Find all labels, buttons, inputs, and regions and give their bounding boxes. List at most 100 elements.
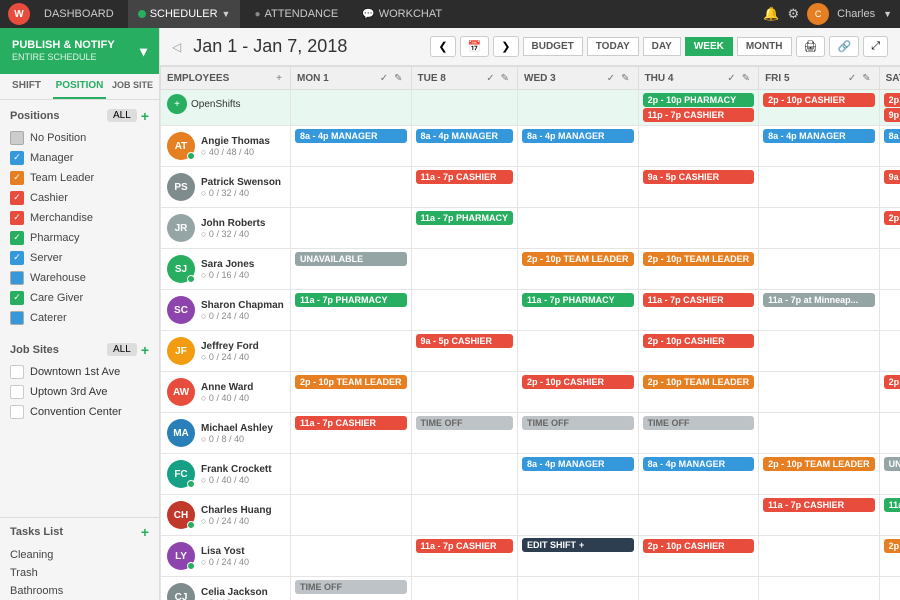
job-sites-all-button[interactable]: ALL <box>107 343 137 356</box>
job-site-convention[interactable]: Convention Center <box>0 402 159 422</box>
position-no-position[interactable]: No Position <box>0 128 159 148</box>
lisa-sat-shift[interactable]: 2p - 10p TEAM LEADER <box>884 539 900 553</box>
tab-position[interactable]: POSITION <box>53 74 106 99</box>
position-care-giver[interactable]: ✓ Care Giver <box>0 288 159 308</box>
open-sat-cashier2[interactable]: 9p - 5p CASHIER 2 <box>884 108 900 122</box>
nav-dashboard[interactable]: DASHBOARD <box>34 0 124 28</box>
angie-tue-shift[interactable]: 8a - 4p MANAGER <box>416 129 514 143</box>
jeffrey-tue-shift[interactable]: 9a - 5p CASHIER <box>416 334 514 348</box>
task-cleaning[interactable]: Cleaning <box>0 546 159 564</box>
caterer-checkbox[interactable] <box>10 311 24 325</box>
print-button[interactable]: 🖨 <box>796 36 826 57</box>
position-cashier[interactable]: ✓ Cashier <box>0 188 159 208</box>
task-trash[interactable]: Trash <box>0 564 159 582</box>
angie-wed-shift[interactable]: 8a - 4p MANAGER <box>522 129 634 143</box>
thu-edit-button[interactable]: ✎ <box>740 73 752 84</box>
sharon-mon-shift[interactable]: 11a - 7p PHARMACY <box>295 293 407 307</box>
calendar-button[interactable]: 📅 <box>460 36 490 57</box>
thu-check-button[interactable]: ✓ <box>725 73 737 84</box>
expand-button[interactable]: ⤢ <box>863 36 888 57</box>
gear-icon[interactable]: ⚙ <box>788 6 800 22</box>
mon-edit-button[interactable]: ✎ <box>392 73 404 84</box>
month-button[interactable]: MONTH <box>737 37 792 56</box>
today-button[interactable]: TODAY <box>587 37 639 56</box>
position-manager[interactable]: ✓ Manager <box>0 148 159 168</box>
fri-check-button[interactable]: ✓ <box>846 73 858 84</box>
job-site-downtown[interactable]: Downtown 1st Ave <box>0 362 159 382</box>
michael-wed-shift[interactable]: TIME OFF <box>522 416 634 430</box>
open-thu-cashier[interactable]: 11p - 7p CASHIER <box>643 108 755 122</box>
john-tue-shift[interactable]: 11a - 7p PHARMACY <box>416 211 514 225</box>
open-sat-cashier1[interactable]: 2p - 10p CASHIER 1 <box>884 93 900 107</box>
task-bathrooms[interactable]: Bathrooms <box>0 582 159 600</box>
position-merchandise[interactable]: ✓ Merchandise <box>0 208 159 228</box>
next-button[interactable]: ❯ <box>493 36 518 57</box>
budget-button[interactable]: BUDGET <box>523 37 583 56</box>
celia-mon-shift[interactable]: TIME OFF <box>295 580 407 594</box>
positions-all-button[interactable]: ALL <box>107 109 137 122</box>
sharon-fri-shift[interactable]: 11a - 7p at Minneap... <box>763 293 875 307</box>
lisa-thu-shift[interactable]: 2p - 10p CASHIER <box>643 539 755 553</box>
frank-fri-shift[interactable]: 2p - 10p TEAM LEADER <box>763 457 875 471</box>
patrick-thu-shift[interactable]: 9a - 5p CASHIER <box>643 170 755 184</box>
wed-check-button[interactable]: ✓ <box>605 73 617 84</box>
anne-mon-shift[interactable]: 2p - 10p TEAM LEADER <box>295 375 407 389</box>
day-button[interactable]: DAY <box>643 37 681 56</box>
sara-thu-shift[interactable]: 2p - 10p TEAM LEADER <box>643 252 755 266</box>
publish-button[interactable]: PUBLISH & NOTIFY ENTIRE SCHEDULE ▾ <box>0 28 159 74</box>
frank-sat-shift[interactable]: UNAVAILABLE <box>884 457 900 471</box>
position-warehouse[interactable]: Warehouse <box>0 268 159 288</box>
cashier-checkbox[interactable]: ✓ <box>10 191 24 205</box>
week-button[interactable]: WEEK <box>685 37 733 56</box>
michael-mon-shift[interactable]: 11a - 7p CASHIER <box>295 416 407 430</box>
patrick-sat-shift[interactable]: 9a - 5p CASHIER <box>884 170 900 184</box>
fri-edit-button[interactable]: ✎ <box>860 73 872 84</box>
angie-mon-shift[interactable]: 8a - 4p MANAGER <box>295 129 407 143</box>
tue-edit-button[interactable]: ✎ <box>499 73 511 84</box>
warehouse-checkbox[interactable] <box>10 271 24 285</box>
patrick-tue-shift[interactable]: 11a - 7p CASHIER <box>416 170 514 184</box>
add-job-site-button[interactable]: + <box>141 342 149 358</box>
lisa-wed-edit-shift[interactable]: EDIT SHIFT + <box>522 538 634 552</box>
charles-h-fri-shift[interactable]: 11a - 7p CASHIER <box>763 498 875 512</box>
pharmacy-checkbox[interactable]: ✓ <box>10 231 24 245</box>
user-name[interactable]: Charles <box>837 8 875 20</box>
no-position-checkbox[interactable] <box>10 131 24 145</box>
manager-checkbox[interactable]: ✓ <box>10 151 24 165</box>
sara-mon-shift[interactable]: UNAVAILABLE <box>295 252 407 266</box>
frank-wed-shift[interactable]: 8a - 4p MANAGER <box>522 457 634 471</box>
anne-wed-shift[interactable]: 2p - 10p CASHIER <box>522 375 634 389</box>
care-giver-checkbox[interactable]: ✓ <box>10 291 24 305</box>
add-employee-button[interactable]: + <box>274 73 284 84</box>
lisa-tue-shift[interactable]: 11a - 7p CASHIER <box>416 539 514 553</box>
charles-h-sat-shift[interactable]: 11a - 7p PHARMACY <box>884 498 900 512</box>
anne-sat-shift[interactable]: 2p - 10p CASHIER <box>884 375 900 389</box>
prev-button[interactable]: ❮ <box>430 36 455 57</box>
sharon-thu-shift[interactable]: 11a - 7p CASHIER <box>643 293 755 307</box>
minimize-icon[interactable]: ◁ <box>172 40 181 54</box>
angie-sat-shift[interactable]: 8a - 4p MANAGER <box>884 129 900 143</box>
john-sat-shift[interactable]: 2p - 10p CASHIER <box>884 211 900 225</box>
open-fri-cashier[interactable]: 2p - 10p CASHIER <box>763 93 875 107</box>
nav-scheduler[interactable]: SCHEDULER ▼ <box>128 0 241 28</box>
add-position-button[interactable]: + <box>141 108 149 124</box>
tab-shift[interactable]: SHIFT <box>0 74 53 99</box>
position-server[interactable]: ✓ Server <box>0 248 159 268</box>
tue-check-button[interactable]: ✓ <box>484 73 496 84</box>
sharon-wed-shift[interactable]: 11a - 7p PHARMACY <box>522 293 634 307</box>
merchandise-checkbox[interactable]: ✓ <box>10 211 24 225</box>
nav-attendance[interactable]: ● ATTENDANCE <box>244 0 348 28</box>
add-task-button[interactable]: + <box>141 524 149 540</box>
mon-check-button[interactable]: ✓ <box>378 73 390 84</box>
michael-tue-shift[interactable]: TIME OFF <box>416 416 514 430</box>
angie-fri-shift[interactable]: 8a - 4p MANAGER <box>763 129 875 143</box>
server-checkbox[interactable]: ✓ <box>10 251 24 265</box>
position-pharmacy[interactable]: ✓ Pharmacy <box>0 228 159 248</box>
sara-wed-shift[interactable]: 2p - 10p TEAM LEADER <box>522 252 634 266</box>
position-caterer[interactable]: Caterer <box>0 308 159 328</box>
anne-thu-shift[interactable]: 2p - 10p TEAM LEADER <box>643 375 755 389</box>
wed-edit-button[interactable]: ✎ <box>619 73 631 84</box>
nav-workchat[interactable]: 💬 WORKCHAT <box>352 0 452 28</box>
michael-thu-shift[interactable]: TIME OFF <box>643 416 755 430</box>
position-team-leader[interactable]: ✓ Team Leader <box>0 168 159 188</box>
